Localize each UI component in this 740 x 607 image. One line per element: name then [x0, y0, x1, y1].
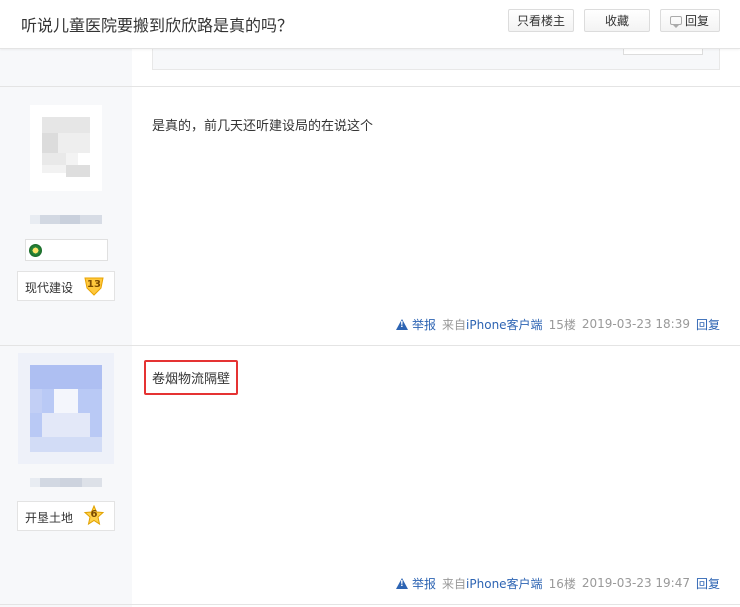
level-shield-icon: 13 — [83, 275, 105, 297]
user-level-box[interactable]: 现代建设 13 — [17, 271, 115, 301]
from-label: 来自 — [442, 576, 467, 591]
post-content: 是真的，前几天还听建设局的在说这个 — [152, 119, 374, 134]
user-level-box[interactable]: 开垦土地 6 — [17, 501, 115, 531]
post-divider — [0, 604, 740, 605]
report-link[interactable]: 举报 — [396, 575, 436, 592]
level-number: 6 — [90, 509, 98, 520]
thread-title: 听说儿童医院要搬到欣欣路是真的吗？ — [21, 16, 294, 35]
report-link[interactable]: 举报 — [396, 316, 436, 333]
post-divider — [0, 86, 740, 87]
forum-thread-page: 听说儿童医院要搬到欣欣路是真的吗？ 只看楼主 收藏 回复 现代建设 13 是真的… — [0, 0, 740, 607]
author-username[interactable] — [30, 478, 102, 487]
author-avatar[interactable] — [30, 365, 102, 452]
post-time: 2019-03-23 18:39 — [581, 317, 690, 331]
level-star-icon: 6 — [83, 504, 105, 527]
post-content: 卷烟物流隔壁 — [144, 360, 239, 395]
thread-header: 听说儿童医院要搬到欣欣路是真的吗？ 只看楼主 收藏 回复 — [0, 0, 740, 49]
report-label: 举报 — [412, 576, 437, 591]
level-number: 13 — [87, 279, 101, 290]
post-source: 来自iPhone客户端 — [442, 316, 543, 333]
only-op-button[interactable]: 只看楼主 — [508, 9, 574, 32]
author-username[interactable] — [30, 215, 102, 224]
warning-icon — [396, 318, 409, 330]
reply-bubble-icon — [670, 16, 682, 28]
reply-button[interactable]: 回复 — [660, 9, 720, 32]
author-avatar[interactable] — [30, 105, 102, 191]
client-link[interactable]: iPhone客户端 — [466, 577, 543, 591]
reply-link[interactable]: 回复 — [696, 575, 720, 592]
from-label: 来自 — [442, 317, 467, 332]
floor-number: 16楼 — [548, 576, 576, 591]
level-name: 开垦土地 — [25, 511, 74, 525]
previous-post-button[interactable] — [623, 48, 703, 55]
post-footer: 举报 来自iPhone客户端 16楼 2019-03-23 19:47 回复 — [396, 575, 720, 591]
client-link[interactable]: iPhone客户端 — [466, 318, 543, 332]
reply-button-label: 回复 — [684, 14, 709, 28]
post-source: 来自iPhone客户端 — [442, 575, 543, 592]
member-badge[interactable] — [25, 239, 108, 261]
post-divider — [0, 345, 740, 346]
post-footer: 举报 来自iPhone客户端 15楼 2019-03-23 18:39 回复 — [396, 316, 720, 332]
reply-link[interactable]: 回复 — [696, 316, 720, 333]
post-time: 2019-03-23 19:47 — [581, 576, 690, 590]
report-label: 举报 — [412, 317, 437, 332]
level-name: 现代建设 — [25, 281, 74, 295]
previous-post-reply-area — [152, 48, 720, 70]
warning-icon — [396, 577, 409, 589]
badge-icon — [29, 244, 42, 257]
floor-number: 15楼 — [548, 317, 576, 332]
favorite-button[interactable]: 收藏 — [584, 9, 650, 32]
